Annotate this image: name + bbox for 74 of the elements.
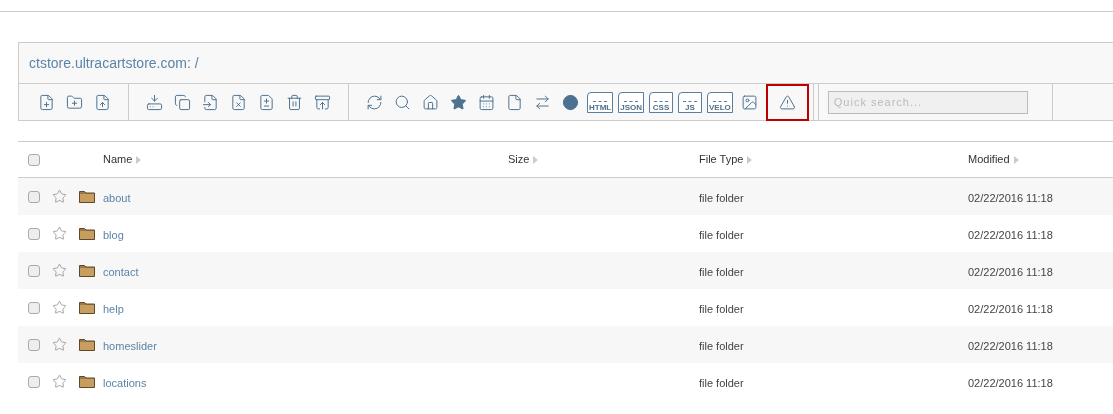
image-icon (740, 93, 758, 111)
checkbox[interactable] (28, 301, 40, 314)
file-type-text: file folder (699, 376, 744, 389)
warning-icon (778, 93, 796, 111)
modified-date-text: 02/22/2016 11:18 (968, 302, 1053, 315)
refresh-icon (366, 93, 383, 111)
move-icon (202, 93, 219, 111)
modified-date-text: 02/22/2016 11:18 (968, 191, 1053, 204)
checkbox[interactable] (28, 227, 40, 240)
favorite-star-icon[interactable] (52, 300, 67, 315)
favorite-star-icon[interactable] (52, 337, 67, 352)
sort-arrow-icon (136, 155, 142, 164)
code-file-button[interactable]: JS (678, 91, 702, 113)
file-name-link[interactable]: about (103, 191, 131, 204)
warning-button[interactable] (765, 83, 809, 121)
checkbox[interactable] (28, 190, 40, 203)
file-diff-icon (258, 93, 275, 111)
file-name-link[interactable]: homeslider (103, 339, 157, 352)
file-name-link[interactable]: blog (103, 228, 124, 241)
file-type-text: file folder (699, 191, 744, 204)
file-type-text: file folder (699, 339, 744, 352)
trash-icon (286, 93, 303, 111)
favorite-star-icon[interactable] (52, 189, 67, 204)
restore-icon (314, 93, 331, 111)
sort-arrow-icon (533, 155, 539, 164)
folder-icon (79, 338, 95, 351)
modified-date-text: 02/22/2016 11:18 (968, 265, 1053, 278)
star-icon (450, 93, 467, 111)
checkbox[interactable] (28, 375, 40, 388)
modified-date-text: 02/22/2016 11:18 (968, 339, 1053, 352)
file-x-icon (230, 93, 247, 111)
sort-arrow-icon (747, 155, 753, 164)
download-icon (146, 93, 163, 111)
code-file-button[interactable]: VELO (707, 91, 733, 113)
checkbox[interactable] (28, 153, 40, 166)
column-header[interactable]: Modified (968, 151, 1010, 168)
checkbox[interactable] (28, 264, 40, 277)
search-icon (394, 93, 411, 111)
file-type-text: file folder (699, 265, 744, 278)
code-file-button[interactable]: JSON (618, 91, 644, 113)
sort-arrow-icon (1013, 155, 1019, 164)
home-icon (422, 93, 439, 111)
new-folder-icon (66, 93, 83, 111)
upload-icon (94, 93, 111, 111)
checkbox[interactable] (28, 338, 40, 351)
favorite-star-icon[interactable] (52, 263, 67, 278)
file-row[interactable]: about file folder 02/22/2016 11:18 (18, 178, 1113, 215)
file-type-text: file folder (699, 302, 744, 315)
calendar-icon (478, 93, 495, 111)
path-breadcrumb[interactable]: ctstore.ultracartstore.com: / (29, 52, 199, 74)
column-header[interactable]: File Type (699, 151, 744, 168)
folder-icon (79, 264, 95, 277)
file-icon (506, 93, 523, 111)
file-type-text: file folder (699, 228, 744, 241)
file-row[interactable]: contact file folder 02/22/2016 11:18 (18, 252, 1113, 289)
file-name-link[interactable]: locations (103, 376, 147, 389)
column-header[interactable]: Name (103, 151, 133, 168)
folder-icon (79, 190, 95, 203)
modified-date-text: 02/22/2016 11:18 (968, 376, 1053, 389)
code-file-button[interactable]: HTML (587, 91, 614, 113)
copy-icon (174, 93, 191, 111)
favorite-star-icon[interactable] (52, 226, 67, 241)
transfer-icon (534, 93, 551, 111)
file-row[interactable]: homeslider file folder 02/22/2016 11:18 (18, 326, 1113, 363)
folder-icon (79, 301, 95, 314)
favorite-star-icon[interactable] (52, 374, 67, 389)
folder-icon (79, 227, 95, 240)
file-name-link[interactable]: contact (103, 265, 139, 278)
folder-icon (79, 375, 95, 388)
code-file-button[interactable]: CSS (649, 91, 673, 113)
new-file-icon (38, 93, 55, 111)
modified-date-text: 02/22/2016 11:18 (968, 228, 1053, 241)
file-name-link[interactable]: help (103, 302, 124, 315)
column-header[interactable]: Size (508, 151, 530, 168)
